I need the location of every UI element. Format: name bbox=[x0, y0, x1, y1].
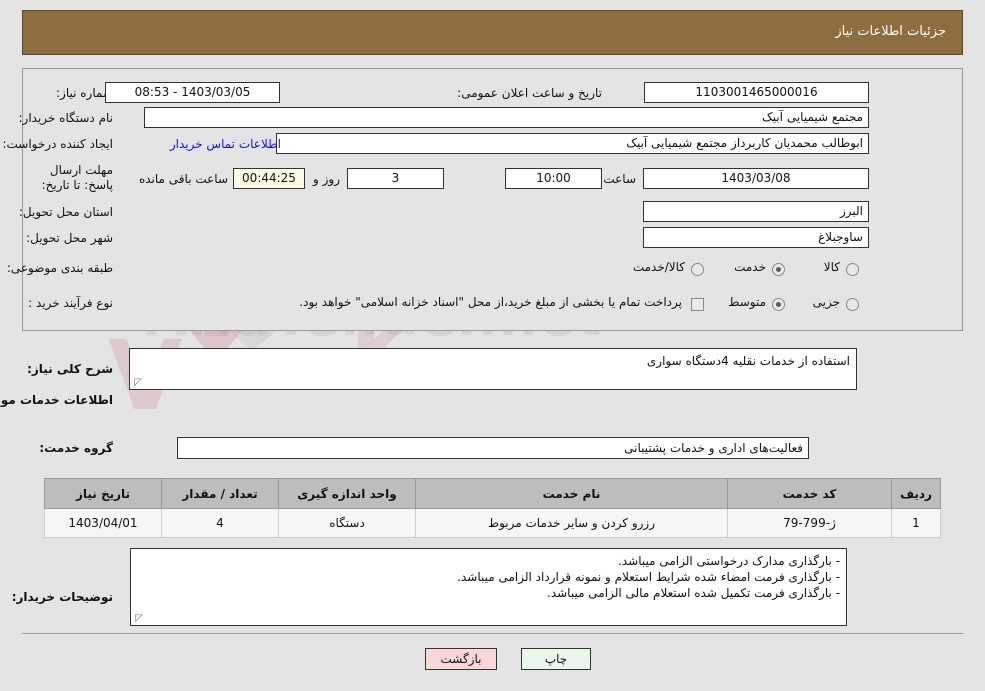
cell-quantity: 4 bbox=[161, 508, 279, 538]
buyer-note-line-1: - بارگذاری مدارک درخواستی الزامی میباشد. bbox=[618, 554, 840, 568]
col-name: نام خدمت bbox=[415, 478, 728, 509]
buyer-notes-textarea[interactable]: - بارگذاری مدارک درخواستی الزامی میباشد.… bbox=[130, 548, 847, 626]
summary-value: استفاده از خدمات نقلیه 4دستگاه سواری bbox=[646, 354, 850, 368]
cell-unit: دستگاه bbox=[278, 508, 416, 538]
buyer-contact-link[interactable]: اطلاعات تماس خریدار bbox=[170, 137, 281, 151]
deadline-label: مهلت ارسال پاسخ: تا تاریخ: bbox=[41, 163, 113, 192]
city-value: ساوجبلاغ bbox=[643, 227, 869, 248]
page-header: جزئیات اطلاعات نیاز bbox=[22, 10, 963, 55]
page-title: جزئیات اطلاعات نیاز bbox=[835, 24, 946, 39]
category-radio-khedmat[interactable] bbox=[772, 263, 785, 276]
footer-divider bbox=[22, 633, 963, 634]
services-table: ردیف کد خدمت نام خدمت واحد اندازه گیری ت… bbox=[44, 478, 941, 538]
creator-value: ابوطالب محمدیان کاربرداز مجتمع شیمیایی آ… bbox=[276, 133, 869, 154]
service-group-label: گروه خدمت: bbox=[39, 441, 113, 455]
buyer-org-label: نام دستگاه خریدار: bbox=[18, 111, 114, 125]
section-divider bbox=[22, 330, 963, 331]
category-option-khedmat[interactable]: خدمت bbox=[734, 260, 766, 274]
resize-grip-icon-notes[interactable]: ◸ bbox=[134, 614, 143, 624]
print-button[interactable]: چاپ bbox=[521, 648, 591, 670]
cell-name: رزرو کردن و سایر خدمات مربوط bbox=[415, 508, 728, 538]
cell-row: 1 bbox=[891, 508, 941, 538]
table-row: 1 ژ-799-79 رزرو کردن و سایر خدمات مربوط … bbox=[44, 508, 941, 538]
summary-label: شرح کلی نیاز: bbox=[27, 362, 113, 376]
remaining-days-label: روز و bbox=[313, 172, 340, 186]
table-header-row: ردیف کد خدمت نام خدمت واحد اندازه گیری ت… bbox=[44, 478, 941, 509]
province-label: استان محل تحویل: bbox=[18, 205, 113, 219]
need-number-value: 1103001465000016 bbox=[644, 82, 869, 103]
treasury-bonds-checkbox[interactable] bbox=[691, 298, 704, 311]
category-label: طبقه بندی موضوعی: bbox=[6, 261, 113, 275]
creator-label: ایجاد کننده درخواست: bbox=[2, 137, 113, 151]
buyer-note-line-2: - بارگذاری فرمت امضاء شده شرایط استعلام … bbox=[457, 570, 840, 584]
announce-label: تاریخ و ساعت اعلان عمومی: bbox=[457, 86, 602, 100]
deadline-date-value: 1403/03/08 bbox=[643, 168, 869, 189]
cell-date: 1403/04/01 bbox=[44, 508, 162, 538]
category-option-kala-khedmat[interactable]: کالا/خدمت bbox=[633, 260, 685, 274]
city-label: شهر محل تحویل: bbox=[26, 231, 113, 245]
services-heading: اطلاعات خدمات مورد نیاز bbox=[0, 393, 113, 407]
col-quantity: تعداد / مقدار bbox=[161, 478, 279, 509]
process-radio-jozi[interactable] bbox=[846, 298, 859, 311]
category-radio-kala[interactable] bbox=[846, 263, 859, 276]
col-date: تاریخ نیاز bbox=[44, 478, 162, 509]
col-code: کد خدمت bbox=[727, 478, 892, 509]
back-button[interactable]: بازگشت bbox=[425, 648, 497, 670]
province-value: البرز bbox=[643, 201, 869, 222]
remaining-days-value: 3 bbox=[347, 168, 444, 189]
process-radio-motevaset[interactable] bbox=[772, 298, 785, 311]
countdown-label: ساعت باقی مانده bbox=[138, 172, 228, 186]
col-unit: واحد اندازه گیری bbox=[278, 478, 416, 509]
col-row: ردیف bbox=[891, 478, 941, 509]
category-radio-kala-khedmat[interactable] bbox=[691, 263, 704, 276]
deadline-hour-label: ساعت bbox=[603, 172, 636, 186]
process-option-motevaset[interactable]: متوسط bbox=[728, 295, 766, 309]
deadline-time-value: 10:00 bbox=[505, 168, 602, 189]
process-option-jozi[interactable]: جزیی bbox=[813, 295, 840, 309]
resize-grip-icon[interactable]: ◸ bbox=[133, 378, 142, 388]
buyer-note-line-3: - بارگذاری فرمت تکمیل شده استعلام مالی ا… bbox=[547, 586, 840, 600]
category-option-kala[interactable]: کالا bbox=[824, 260, 840, 274]
buyer-notes-label: توضیحات خریدار: bbox=[11, 590, 113, 604]
buyer-org-value: مجتمع شیمیایی آبیک bbox=[144, 107, 869, 128]
service-group-value: فعالیت‌های اداری و خدمات پشتیبانی bbox=[177, 437, 809, 459]
cell-code: ژ-799-79 bbox=[727, 508, 892, 538]
announce-value: 1403/03/05 - 08:53 bbox=[105, 82, 280, 103]
countdown-timer: 00:44:25 bbox=[233, 168, 305, 189]
treasury-bonds-note: پرداخت تمام یا بخشی از مبلغ خرید،از محل … bbox=[299, 295, 682, 309]
process-label: نوع فرآیند خرید : bbox=[28, 296, 113, 310]
summary-textarea[interactable]: استفاده از خدمات نقلیه 4دستگاه سواری ◸ bbox=[129, 348, 857, 390]
